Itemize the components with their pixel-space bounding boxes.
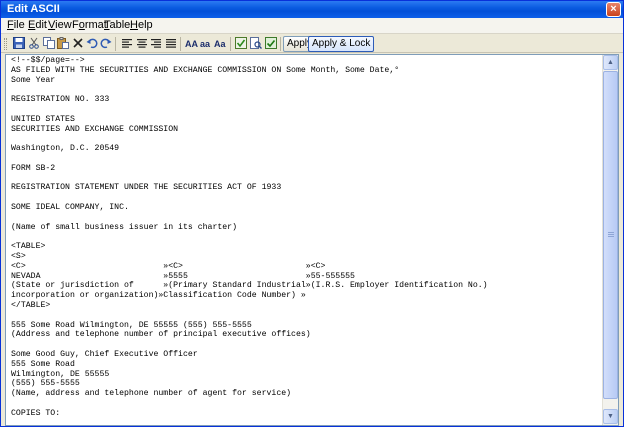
document-line: REGISTRATION STATEMENT UNDER THE SECURIT… <box>11 183 282 193</box>
font-titlecase-button[interactable]: Aa <box>214 37 226 51</box>
document-line: <S> <box>11 251 26 261</box>
document-line: <TABLE> <box>11 242 46 252</box>
vertical-scrollbar[interactable]: ▲ ▼ <box>602 55 618 425</box>
menu-file-mnemonic: F <box>7 19 14 31</box>
copy-icon[interactable] <box>42 37 56 51</box>
document-line: </TABLE> <box>11 300 51 310</box>
scroll-up-button[interactable]: ▲ <box>603 55 618 70</box>
menu-format-label-pre: F <box>72 19 79 31</box>
preview-icon[interactable] <box>249 37 263 51</box>
check-icon[interactable] <box>234 37 248 51</box>
justify-icon[interactable] <box>164 37 178 51</box>
menu-file-label-rest: ile <box>13 19 25 31</box>
document-line: FORM SB-2 <box>11 163 56 173</box>
document-line: SOME IDEAL COMPANY, INC. <box>11 202 129 212</box>
title-bar[interactable]: Edit ASCII × <box>1 1 623 18</box>
menu-file[interactable]: File <box>7 19 25 31</box>
close-button[interactable]: × <box>606 2 621 17</box>
document-line: (Name of small business issuer in its ch… <box>11 222 238 232</box>
scroll-thumb-grip <box>608 236 614 237</box>
toolbar: AA aa Aa Apply Apply & Lock <box>1 35 623 53</box>
toolbar-grip[interactable] <box>4 38 7 50</box>
document-line: NEVADA »5555 »55-555555 <box>11 271 355 281</box>
document-line: Some Good Guy, Chief Executive Officer <box>11 349 198 359</box>
text-editor[interactable]: <!--$$/page=--> AS FILED WITH THE SECURIT… <box>5 54 619 426</box>
document-line: (State or jurisdiction of »(Primary Stan… <box>11 281 488 291</box>
scroll-thumb[interactable] <box>603 71 618 399</box>
delete-icon[interactable] <box>71 37 85 51</box>
toolbar-separator <box>230 37 231 51</box>
document-line: SECURITIES AND EXCHANGE COMMISSION <box>11 124 179 134</box>
validate-icon[interactable] <box>264 37 278 51</box>
align-center-icon[interactable] <box>135 37 149 51</box>
scroll-down-button[interactable]: ▼ <box>603 409 618 424</box>
document-line: (Name, address and telephone number of a… <box>11 389 292 399</box>
document-line: 555 Some Road Wilmington, DE 55555 (555)… <box>11 320 252 330</box>
menu-format[interactable]: Format <box>72 19 107 31</box>
font-uppercase-button[interactable]: AA <box>185 37 198 51</box>
menu-view-label-rest: iew <box>55 19 72 31</box>
document-line: <!--$$/page=--> <box>11 56 85 65</box>
window-title: Edit ASCII <box>7 3 60 15</box>
menu-edit-label-rest: dit <box>35 19 47 31</box>
toolbar-separator <box>280 37 281 51</box>
document-line: COPIES TO: <box>11 408 61 418</box>
menu-view[interactable]: View <box>48 19 72 31</box>
paste-icon[interactable] <box>56 37 70 51</box>
align-left-icon[interactable] <box>120 37 134 51</box>
menu-help[interactable]: Help <box>130 19 153 31</box>
document-line: <C> »<C> »<C> <box>11 261 326 271</box>
document-line: Some Year <box>11 75 56 85</box>
menu-help-mnemonic: H <box>130 19 138 31</box>
document-line: UNITED STATES <box>11 114 75 124</box>
document-line: (Address and telephone number of princip… <box>11 330 311 340</box>
document-line: 555 Some Road <box>11 359 75 369</box>
scroll-thumb-grip <box>608 232 614 233</box>
edit-ascii-window: Edit ASCII × File Edit View Format Table… <box>0 0 624 427</box>
toolbar-separator <box>115 37 116 51</box>
document-line: REGISTRATION NO. 333 <box>11 95 110 105</box>
document-text[interactable]: <!--$$/page=--> AS FILED WITH THE SECURIT… <box>11 56 601 424</box>
document-line: AS FILED WITH THE SECURITIES AND EXCHANG… <box>11 65 400 75</box>
menu-bar: File Edit View Format Table Help <box>1 18 623 34</box>
document-line: (555) 555-5555 <box>11 379 80 389</box>
undo-icon[interactable] <box>85 37 99 51</box>
apply-lock-button[interactable]: Apply & Lock <box>308 36 375 52</box>
redo-icon[interactable] <box>99 37 113 51</box>
save-icon[interactable] <box>12 37 26 51</box>
align-right-icon[interactable] <box>149 37 163 51</box>
document-line: Washington, D.C. 20549 <box>11 144 120 154</box>
menu-edit[interactable]: Edit <box>28 19 47 31</box>
document-line: incorporation or organization)»Classific… <box>11 291 306 301</box>
menu-table[interactable]: Table <box>104 19 130 31</box>
cut-icon[interactable] <box>27 37 41 51</box>
font-lowercase-button[interactable]: aa <box>200 37 210 51</box>
menu-help-label-rest: elp <box>137 19 153 31</box>
scroll-thumb-grip <box>608 234 614 235</box>
document-line: Wilmington, DE 55555 <box>11 369 110 379</box>
menu-table-label-rest: able <box>109 19 131 31</box>
toolbar-separator <box>180 37 181 51</box>
